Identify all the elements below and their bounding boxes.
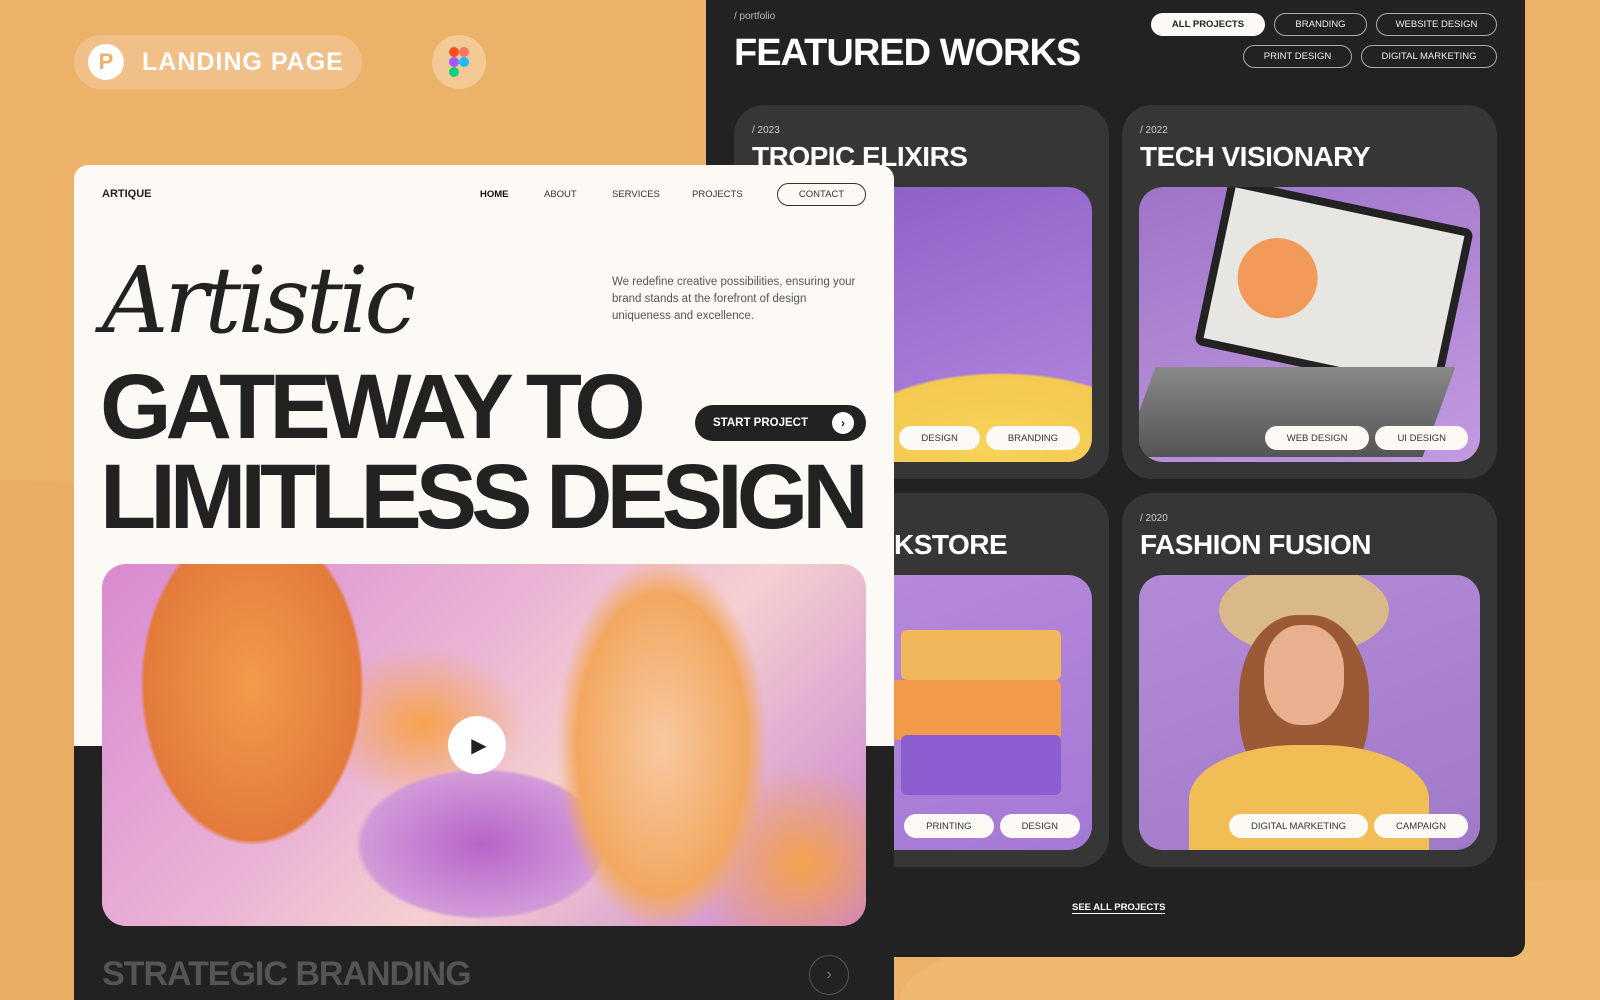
filter-all-projects[interactable]: ALL PROJECTS (1151, 13, 1265, 36)
project-title: KSTORE (894, 529, 1008, 560)
script-heading: Artistic (102, 247, 416, 354)
project-card[interactable]: / 2022 TECH VISIONARY WEB DESIGN UI DESIG… (1122, 105, 1497, 479)
see-all-projects-link[interactable]: SEE ALL PROJECTS (1072, 902, 1166, 914)
section-heading: STRATEGIC BRANDING (102, 955, 472, 993)
book (901, 735, 1061, 795)
headline-line-2: LIMITLESS DESIGN (100, 446, 869, 548)
book (891, 680, 1061, 740)
tag: BRANDING (985, 426, 1080, 450)
project-title: FASHION FUSION (1140, 529, 1372, 560)
project-year: / 2023 (752, 125, 780, 136)
nav-about[interactable]: ABOUT (544, 189, 577, 200)
nav-projects[interactable]: PROJECTS (692, 189, 743, 200)
contact-button[interactable]: CONTACT (777, 183, 866, 206)
badge-label: LANDING PAGE (142, 47, 344, 76)
tag: DESIGN (999, 814, 1080, 838)
nav-home[interactable]: HOME (480, 189, 509, 200)
tag: PRINTING (904, 814, 994, 838)
start-project-button[interactable]: START PROJECT › (695, 405, 866, 441)
tag: DIGITAL MARKETING (1229, 814, 1369, 838)
project-year: / 2020 (1140, 513, 1168, 524)
book (901, 630, 1061, 680)
tag: UI DESIGN (1375, 426, 1468, 450)
chevron-right-icon[interactable]: › (809, 955, 849, 995)
hero-image: ▶ (102, 564, 866, 926)
laptop-screen (1194, 187, 1474, 397)
landing-page-badge: P LANDING PAGE (74, 35, 362, 89)
filter-digital-marketing[interactable]: DIGITAL MARKETING (1361, 45, 1497, 68)
play-icon: ▶ (471, 734, 487, 757)
filter-website-design[interactable]: WEBSITE DESIGN (1376, 13, 1497, 36)
landing-page-card: ARTIQUE HOME ABOUT SERVICES PROJECTS CON… (74, 165, 894, 1000)
figma-icon (432, 35, 486, 89)
play-button[interactable]: ▶ (448, 716, 506, 774)
filter-print-design[interactable]: PRINT DESIGN (1243, 45, 1352, 68)
filter-branding[interactable]: BRANDING (1274, 13, 1367, 36)
face (1264, 625, 1344, 725)
tag: WEB DESIGN (1264, 426, 1370, 450)
hero-description: We redefine creative possibilities, ensu… (612, 276, 856, 322)
project-image: DIGITAL MARKETING CAMPAIGN (1139, 575, 1480, 850)
breadcrumb: / portfolio (734, 11, 776, 22)
project-card[interactable]: / 2020 FASHION FUSION DIGITAL MARKETING C… (1122, 493, 1497, 867)
start-project-label: START PROJECT (713, 417, 808, 429)
page-title: FEATURED WORKS (734, 32, 1081, 74)
chevron-right-icon: › (832, 412, 854, 434)
project-image: WEB DESIGN UI DESIGN (1139, 187, 1480, 462)
headline-line-1: GATEWAY TO (100, 356, 646, 458)
project-year: / 2022 (1140, 125, 1168, 136)
brand-logo-icon: P (88, 44, 124, 80)
nav-services[interactable]: SERVICES (612, 189, 660, 200)
tag: DESIGN (899, 426, 980, 450)
tag: CAMPAIGN (1374, 814, 1468, 838)
brand-name: ARTIQUE (102, 188, 152, 200)
project-title: TECH VISIONARY (1140, 141, 1371, 172)
